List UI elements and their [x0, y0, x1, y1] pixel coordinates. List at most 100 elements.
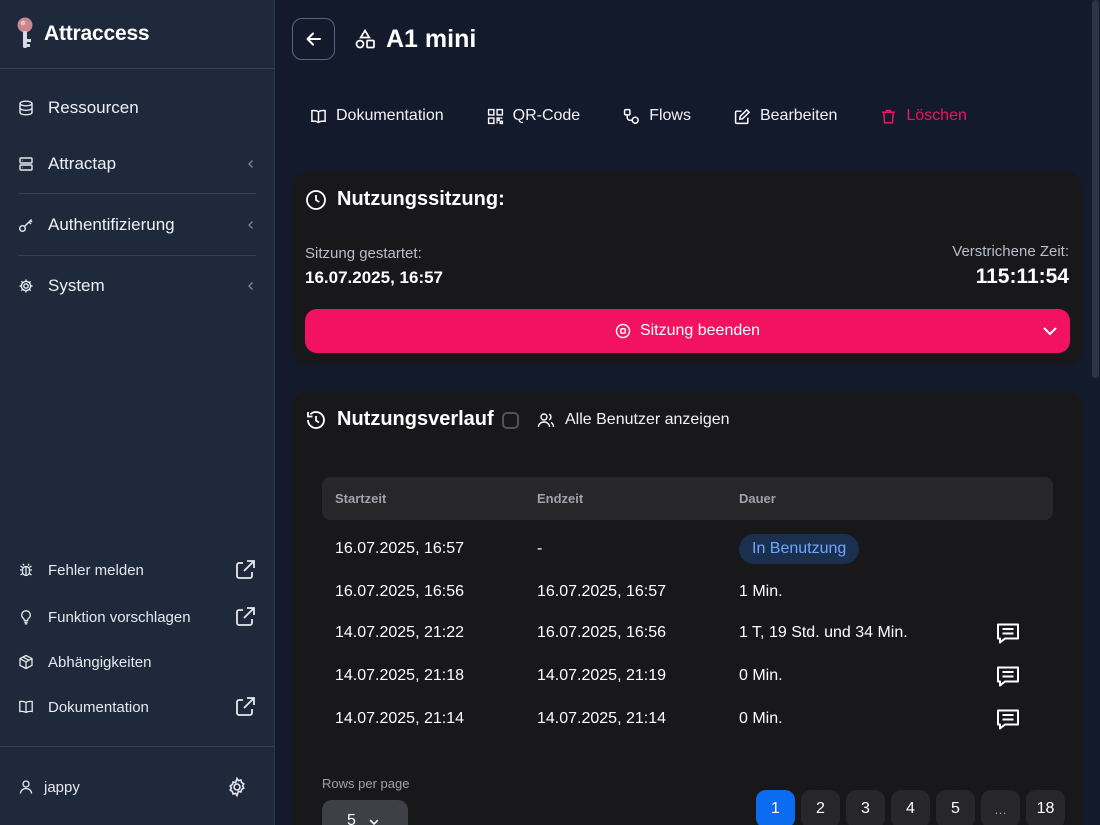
- page-button-18[interactable]: 18: [1026, 790, 1065, 825]
- sidebar-item-ressourcen[interactable]: Ressourcen: [18, 91, 256, 125]
- session-card: Nutzungssitzung: Sitzung gestartet: 16.0…: [292, 172, 1082, 365]
- settings-gear-icon[interactable]: [226, 776, 248, 798]
- sidebar-item-attractap[interactable]: Attractap: [18, 147, 256, 181]
- cell-start: 16.07.2025, 16:57: [335, 540, 465, 557]
- delete-button[interactable]: Löschen: [880, 107, 967, 125]
- book-open-icon: [311, 109, 326, 123]
- users-icon: [537, 413, 555, 428]
- sidebar-divider: [0, 746, 274, 747]
- table-row[interactable]: 14.07.2025, 21:22 16.07.2025, 16:56 1 T,…: [322, 613, 1053, 653]
- database-icon: [19, 100, 33, 116]
- chevron-down-icon[interactable]: [1042, 323, 1058, 339]
- attraccess-logo-icon: [17, 17, 33, 48]
- table-row[interactable]: 14.07.2025, 21:18 14.07.2025, 21:19 0 Mi…: [322, 656, 1053, 696]
- external-link-icon: [236, 607, 255, 626]
- user-menu: jappy: [18, 772, 248, 802]
- page-header: A1 mini: [354, 22, 476, 56]
- arrow-left-icon: [306, 32, 321, 46]
- chevron-left-icon: [248, 160, 253, 168]
- rows-per-page-value: 5: [347, 812, 356, 825]
- page-button-1[interactable]: 1: [756, 790, 795, 825]
- edit-icon: [734, 108, 751, 124]
- elapsed-time-label: Verstrichene Zeit:: [952, 243, 1069, 260]
- history-card: Nutzungsverlauf Alle Benutzer anzeigen S…: [292, 392, 1082, 825]
- username: jappy: [44, 778, 80, 796]
- notes-message-icon[interactable]: [995, 663, 1021, 689]
- app-name: Attraccess: [44, 22, 150, 45]
- cell-end: 16.07.2025, 16:56: [537, 624, 667, 641]
- elapsed-time-value: 115:11:54: [975, 265, 1069, 288]
- session-started-label: Sitzung gestartet:: [305, 245, 422, 262]
- status-badge: In Benutzung: [739, 534, 860, 564]
- sidebar-link-label: Funktion vorschlagen: [48, 608, 191, 626]
- cell-end: -: [537, 540, 543, 557]
- history-title: Nutzungsverlauf: [337, 408, 494, 430]
- scrollbar-thumb[interactable]: [1092, 0, 1099, 378]
- bug-icon: [20, 563, 32, 577]
- edit-button[interactable]: Bearbeiten: [734, 107, 837, 125]
- book-open-icon: [19, 700, 33, 714]
- cell-duration: 1 T, 19 Std. und 34 Min.: [739, 624, 908, 641]
- end-session-label: Sitzung beenden: [639, 322, 761, 339]
- chevron-left-icon: [248, 221, 253, 229]
- sidebar-link-label: Fehler melden: [48, 561, 144, 579]
- main-scrollbar[interactable]: [1090, 0, 1100, 378]
- cell-start: 14.07.2025, 21:18: [335, 667, 465, 684]
- brand[interactable]: Attraccess: [14, 16, 150, 52]
- page-button-2[interactable]: 2: [801, 790, 840, 825]
- chevron-left-icon: [248, 282, 253, 290]
- sidebar-item-label: System: [48, 276, 105, 295]
- sidebar-item-authentifizierung[interactable]: Authentifizierung: [18, 208, 256, 242]
- cell-start: 14.07.2025, 21:22: [335, 624, 465, 641]
- cell-duration: 0 Min.: [739, 710, 783, 727]
- chevron-down-icon: [369, 819, 379, 825]
- cell-duration: 1 Min.: [739, 583, 783, 600]
- edit-label: Bearbeiten: [759, 107, 838, 124]
- page-title: A1 mini: [386, 24, 477, 53]
- pagination: 1 2 3 4 5 … 18: [756, 790, 1065, 825]
- column-header-end[interactable]: Endzeit: [537, 491, 583, 506]
- lightbulb-icon: [21, 610, 31, 625]
- sidebar-item-system[interactable]: System: [18, 269, 256, 303]
- cell-end: 14.07.2025, 21:14: [537, 710, 667, 727]
- rows-per-page-select[interactable]: 5: [322, 800, 408, 825]
- notes-message-icon[interactable]: [995, 620, 1021, 646]
- page-button-4[interactable]: 4: [891, 790, 930, 825]
- column-header-start[interactable]: Startzeit: [335, 491, 386, 506]
- table-header: Startzeit Endzeit Dauer: [322, 477, 1053, 520]
- end-session-button[interactable]: Sitzung beenden: [305, 309, 1070, 353]
- sidebar-divider: [0, 68, 274, 69]
- sidebar-link-label: Dokumentation: [48, 698, 149, 716]
- sidebar-divider: [18, 193, 256, 194]
- show-all-users-control: Alle Benutzer anzeigen: [502, 409, 730, 431]
- page-button-5[interactable]: 5: [936, 790, 975, 825]
- flows-button[interactable]: Flows: [623, 107, 691, 125]
- cell-start: 14.07.2025, 21:14: [335, 710, 465, 727]
- documentation-button[interactable]: Dokumentation: [310, 107, 444, 125]
- sidebar: Attraccess Ressourcen Attractap Authenti…: [0, 0, 275, 825]
- show-all-users-checkbox[interactable]: [502, 411, 519, 429]
- sidebar-link-dependencies[interactable]: Abhängigkeiten: [18, 647, 256, 677]
- sidebar-item-label: Ressourcen: [48, 98, 139, 117]
- sidebar-link-documentation[interactable]: Dokumentation: [18, 692, 256, 722]
- server-icon: [19, 157, 33, 171]
- qrcode-button[interactable]: QR-Code: [487, 107, 580, 125]
- sidebar-divider: [18, 255, 256, 256]
- sidebar-link-report-bug[interactable]: Fehler melden: [18, 555, 256, 585]
- page-ellipsis[interactable]: …: [981, 790, 1020, 825]
- table-row[interactable]: 16.07.2025, 16:57 - In Benutzung: [322, 529, 1053, 569]
- session-started-value: 16.07.2025, 16:57: [305, 268, 444, 287]
- table-row[interactable]: 14.07.2025, 21:14 14.07.2025, 21:14 0 Mi…: [322, 699, 1053, 739]
- back-button[interactable]: [292, 18, 335, 60]
- show-all-users-label: Alle Benutzer anzeigen: [565, 411, 730, 428]
- external-link-icon: [236, 560, 255, 579]
- notes-message-icon[interactable]: [995, 706, 1021, 732]
- page-button-3[interactable]: 3: [846, 790, 885, 825]
- sidebar-item-label: Authentifizierung: [48, 215, 175, 234]
- sidebar-link-label: Abhängigkeiten: [48, 653, 152, 671]
- cell-end: 16.07.2025, 16:57: [537, 583, 667, 600]
- column-header-duration[interactable]: Dauer: [739, 491, 776, 506]
- table-row[interactable]: 16.07.2025, 16:56 16.07.2025, 16:57 1 Mi…: [322, 572, 1053, 612]
- sidebar-link-suggest-feature[interactable]: Funktion vorschlagen: [18, 602, 256, 632]
- key-icon: [19, 219, 33, 232]
